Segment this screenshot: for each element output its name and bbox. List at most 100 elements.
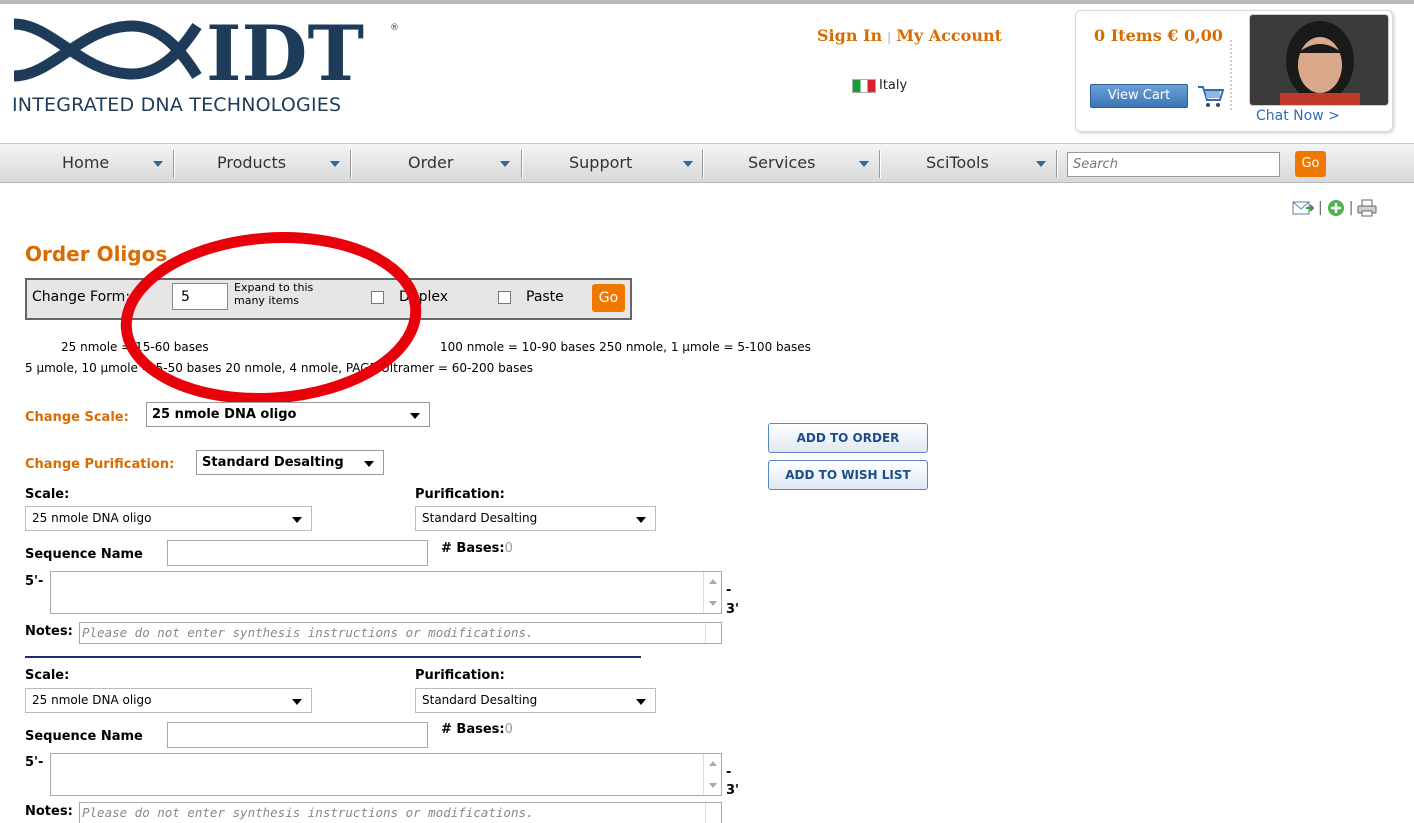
chevron-down-icon	[292, 699, 302, 705]
logo-letters: IDT	[206, 14, 364, 94]
change-scale-value: 25 nmole DNA oligo	[152, 407, 297, 422]
view-cart-button[interactable]: View Cart	[1090, 84, 1188, 108]
bases-count: # Bases:0	[441, 722, 513, 737]
chevron-down-icon	[636, 517, 646, 523]
scale-select[interactable]: 25 nmole DNA oligo	[25, 506, 312, 531]
five-prime-label: 5'-	[25, 755, 44, 770]
scale-value: 25 nmole DNA oligo	[32, 511, 152, 525]
paste-checkbox[interactable]	[498, 291, 511, 304]
my-account-link[interactable]: My Account	[896, 26, 1002, 45]
scrollbar[interactable]	[703, 572, 721, 613]
scrollbar[interactable]	[705, 623, 721, 643]
sequence-name-label: Sequence Name	[25, 729, 143, 744]
nav-home[interactable]: Home	[62, 143, 109, 183]
nav-separator	[173, 150, 174, 178]
red-circle-annotation	[120, 232, 422, 404]
notes-label: Notes:	[25, 624, 73, 639]
scale-info-100nmole: 100 nmole = 10-90 bases 250 nmole, 1 µmo…	[440, 340, 811, 354]
five-prime-label: 5'-	[25, 574, 44, 589]
email-page-icon[interactable]	[1292, 199, 1314, 217]
nav-order[interactable]: Order	[408, 143, 453, 183]
change-form-go-button[interactable]: Go	[592, 284, 625, 312]
notes-placeholder: Please do not enter synthesis instructio…	[82, 625, 534, 640]
utility-icons: | |	[1292, 199, 1377, 217]
chevron-down-icon	[410, 413, 420, 419]
italy-flag-icon	[852, 78, 876, 93]
sign-in-link[interactable]: Sign In	[817, 26, 882, 45]
add-to-order-button[interactable]: ADD TO ORDER	[768, 423, 928, 453]
item-divider	[25, 656, 641, 658]
nav-services[interactable]: Services	[748, 143, 815, 183]
scale-label: Scale:	[25, 668, 70, 683]
bases-count: # Bases:0	[441, 541, 513, 556]
change-purification-label: Change Purification:	[25, 457, 175, 472]
change-scale-label: Change Scale:	[25, 410, 129, 425]
nav-separator	[702, 150, 703, 178]
purification-select[interactable]: Standard Desalting	[415, 688, 656, 713]
nav-separator	[879, 150, 880, 178]
purification-value: Standard Desalting	[422, 511, 538, 525]
sequence-textarea[interactable]	[50, 753, 722, 796]
sequence-name-input[interactable]	[167, 540, 428, 566]
change-purification-select[interactable]: Standard Desalting	[196, 450, 384, 475]
cart-total: 0 Items € 0,00	[1094, 26, 1223, 45]
chat-now-link[interactable]: Chat Now >	[1256, 108, 1340, 124]
chevron-down-icon[interactable]	[330, 161, 340, 167]
three-prime-label: 3'	[726, 783, 740, 798]
country-label: Italy	[879, 78, 908, 93]
top-border	[0, 0, 1414, 4]
chevron-down-icon[interactable]	[153, 161, 163, 167]
country-selector[interactable]: Italy	[852, 78, 907, 93]
logo-mark: IDT ®	[13, 14, 399, 94]
chevron-down-icon	[364, 461, 374, 467]
nav-support[interactable]: Support	[569, 143, 632, 183]
three-prime-dash: -	[726, 765, 732, 780]
notes-placeholder: Please do not enter synthesis instructio…	[82, 805, 534, 820]
scale-value: 25 nmole DNA oligo	[32, 693, 152, 707]
purification-label: Purification:	[415, 487, 505, 502]
link-separator: |	[887, 30, 892, 44]
paste-label: Paste	[526, 289, 564, 305]
chevron-down-icon[interactable]	[859, 161, 869, 167]
three-prime-dash: -	[726, 583, 732, 598]
scrollbar[interactable]	[703, 754, 721, 795]
nav-separator	[521, 150, 522, 178]
change-form-label: Change Form:	[32, 289, 131, 305]
purification-select[interactable]: Standard Desalting	[415, 506, 656, 531]
chat-agent-photo[interactable]	[1249, 14, 1389, 106]
scrollbar[interactable]	[705, 803, 721, 823]
bases-label: # Bases:	[441, 722, 505, 737]
bases-value: 0	[504, 541, 513, 556]
chevron-down-icon[interactable]	[1036, 161, 1046, 167]
add-to-wish-list-button[interactable]: ADD TO WISH LIST	[768, 460, 928, 490]
three-prime-label: 3'	[726, 602, 740, 617]
notes-label: Notes:	[25, 804, 73, 819]
purification-label: Purification:	[415, 668, 505, 683]
chevron-down-icon[interactable]	[500, 161, 510, 167]
change-scale-select[interactable]: 25 nmole DNA oligo	[146, 402, 430, 427]
chevron-down-icon	[292, 517, 302, 523]
logo-tagline: INTEGRATED DNA TECHNOLOGIES	[12, 94, 342, 116]
sequence-name-input[interactable]	[167, 722, 428, 748]
chevron-down-icon	[636, 699, 646, 705]
change-purification-value: Standard Desalting	[202, 455, 344, 470]
nav-products[interactable]: Products	[217, 143, 286, 183]
bases-label: # Bases:	[441, 541, 505, 556]
cart-divider	[1230, 40, 1232, 110]
chevron-down-icon[interactable]	[683, 161, 693, 167]
scale-label: Scale:	[25, 487, 70, 502]
sequence-textarea[interactable]	[50, 571, 722, 614]
purification-value: Standard Desalting	[422, 693, 538, 707]
add-plus-icon[interactable]	[1327, 199, 1345, 217]
sequence-name-label: Sequence Name	[25, 547, 143, 562]
nav-separator	[350, 150, 351, 178]
nav-scitools[interactable]: SciTools	[926, 143, 989, 183]
search-input[interactable]	[1067, 152, 1280, 177]
scale-select[interactable]: 25 nmole DNA oligo	[25, 688, 312, 713]
shopping-cart-icon[interactable]	[1196, 82, 1226, 110]
notes-textarea[interactable]: Please do not enter synthesis instructio…	[79, 622, 722, 644]
nav-separator	[1056, 150, 1057, 178]
printer-icon[interactable]	[1357, 199, 1377, 217]
search-go-button[interactable]: Go	[1295, 151, 1326, 177]
notes-textarea[interactable]: Please do not enter synthesis instructio…	[79, 802, 722, 823]
